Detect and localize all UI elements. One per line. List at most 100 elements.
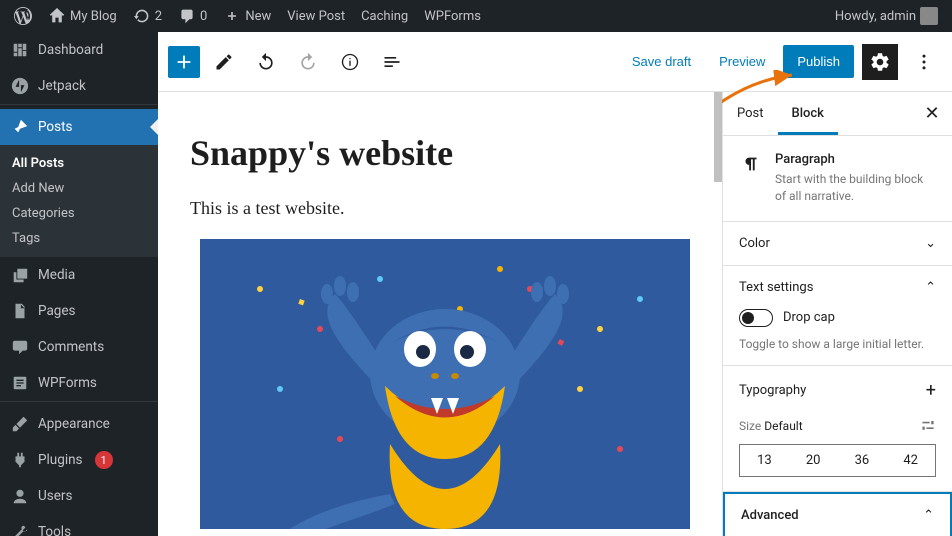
drop-cap-label: Drop cap bbox=[783, 310, 835, 325]
sidebar-item-label: Comments bbox=[38, 339, 104, 355]
more-button[interactable] bbox=[906, 44, 942, 80]
outline-button[interactable] bbox=[374, 44, 410, 80]
advanced-panel[interactable]: Advanced ⌃ bbox=[723, 492, 952, 536]
caching-link[interactable]: Caching bbox=[355, 9, 414, 24]
sidebar-item-label: Posts bbox=[38, 119, 72, 135]
new-link[interactable]: New bbox=[217, 7, 277, 25]
comment-icon bbox=[178, 7, 196, 25]
advanced-label: Advanced bbox=[741, 508, 799, 523]
submenu-categories[interactable]: Categories bbox=[0, 201, 158, 226]
sidebar-item-label: Pages bbox=[38, 303, 76, 319]
sidebar-item-pages[interactable]: Pages bbox=[0, 293, 158, 329]
preview-button[interactable]: Preview bbox=[709, 48, 775, 75]
sidebar-item-label: Appearance bbox=[38, 416, 110, 432]
chevron-down-icon: ⌄ bbox=[925, 236, 936, 251]
sidebar-item-label: Plugins bbox=[38, 452, 83, 468]
howdy-label: Howdy, admin bbox=[835, 9, 916, 24]
size-option[interactable]: 42 bbox=[886, 445, 935, 476]
publish-button[interactable]: Publish bbox=[783, 45, 854, 78]
close-inspector-button[interactable]: ✕ bbox=[912, 103, 952, 124]
undo-button[interactable] bbox=[248, 44, 284, 80]
sidebar-item-wpforms[interactable]: WPForms bbox=[0, 365, 158, 401]
drop-cap-hint: Toggle to show a large initial letter. bbox=[739, 337, 936, 351]
wpforms-link[interactable]: WPForms bbox=[418, 9, 487, 24]
editor-canvas[interactable]: Snappy's website This is a test website. bbox=[158, 92, 722, 536]
edit-mode-button[interactable] bbox=[206, 44, 242, 80]
wpforms-icon bbox=[10, 373, 30, 393]
size-option[interactable]: 20 bbox=[789, 445, 838, 476]
sidebar-item-label: Users bbox=[38, 488, 72, 504]
sidebar-item-label: WPForms bbox=[38, 375, 97, 391]
view-post-link[interactable]: View Post bbox=[281, 9, 351, 24]
updates-link[interactable]: 2 bbox=[127, 7, 168, 25]
typography-header[interactable]: Typography + bbox=[739, 380, 936, 401]
sliders-icon[interactable] bbox=[920, 417, 936, 436]
color-panel[interactable]: Color⌄ bbox=[723, 222, 952, 266]
plus-icon bbox=[223, 7, 241, 25]
caching-label: Caching bbox=[361, 9, 408, 24]
view-post-label: View Post bbox=[287, 9, 345, 24]
sidebar-item-tools[interactable]: Tools bbox=[0, 514, 158, 536]
text-settings-header[interactable]: Text settings⌃ bbox=[739, 280, 936, 295]
submenu-tags[interactable]: Tags bbox=[0, 226, 158, 251]
post-title[interactable]: Snappy's website bbox=[190, 132, 690, 174]
avatar bbox=[920, 7, 938, 25]
text-settings-panel: Text settings⌃ Drop cap Toggle to show a… bbox=[723, 266, 952, 366]
size-label: Size bbox=[739, 419, 761, 433]
comments-count-label: 0 bbox=[200, 9, 207, 24]
posts-submenu: All Posts Add New Categories Tags bbox=[0, 145, 158, 257]
howdy-link[interactable]: Howdy, admin bbox=[829, 7, 944, 25]
tab-block[interactable]: Block bbox=[778, 92, 838, 135]
sidebar-item-label: Dashboard bbox=[38, 42, 103, 58]
sidebar-item-users[interactable]: Users bbox=[0, 478, 158, 514]
submenu-add-new[interactable]: Add New bbox=[0, 176, 158, 201]
comments-icon bbox=[10, 337, 30, 357]
wp-logo[interactable] bbox=[8, 7, 38, 25]
block-desc-label: Start with the building block of all nar… bbox=[775, 171, 936, 205]
add-block-button[interactable] bbox=[168, 46, 200, 78]
canvas-scrollbar[interactable] bbox=[714, 92, 722, 536]
site-name-label: My Blog bbox=[70, 9, 117, 24]
size-option[interactable]: 36 bbox=[838, 445, 887, 476]
save-draft-button[interactable]: Save draft bbox=[622, 48, 701, 75]
paragraph-icon bbox=[739, 152, 763, 176]
post-paragraph[interactable]: This is a test website. bbox=[190, 198, 690, 219]
snappy-illustration bbox=[200, 239, 690, 529]
settings-button[interactable] bbox=[862, 44, 898, 80]
sidebar-item-comments[interactable]: Comments bbox=[0, 329, 158, 365]
size-option[interactable]: 13 bbox=[740, 445, 789, 476]
plugin-icon bbox=[10, 450, 30, 470]
admin-sidebar: Dashboard Jetpack Posts All Posts Add Ne… bbox=[0, 32, 158, 536]
sidebar-item-plugins[interactable]: Plugins 1 bbox=[0, 442, 158, 478]
sidebar-item-appearance[interactable]: Appearance bbox=[0, 406, 158, 442]
sidebar-item-jetpack[interactable]: Jetpack bbox=[0, 68, 158, 104]
redo-button[interactable] bbox=[290, 44, 326, 80]
typography-panel: Typography+ Size Default 13 20 36 42 bbox=[723, 366, 952, 492]
dashboard-icon bbox=[10, 40, 30, 60]
chevron-up-icon: ⌃ bbox=[923, 508, 934, 523]
sidebar-item-label: Media bbox=[38, 267, 75, 283]
typography-label: Typography bbox=[739, 383, 806, 398]
plus-icon[interactable]: + bbox=[926, 380, 936, 401]
sidebar-item-label: Tools bbox=[38, 524, 71, 536]
info-button[interactable] bbox=[332, 44, 368, 80]
user-icon bbox=[10, 486, 30, 506]
sidebar-item-media[interactable]: Media bbox=[0, 257, 158, 293]
wpforms-top-label: WPForms bbox=[424, 9, 481, 24]
admin-topbar: My Blog 2 0 New View Post Caching WPForm… bbox=[0, 0, 952, 32]
new-label: New bbox=[245, 9, 271, 24]
submenu-all-posts[interactable]: All Posts bbox=[0, 151, 158, 176]
block-name-label: Paragraph bbox=[775, 152, 936, 167]
editor-main: Save draft Preview Publish Snappy's webs… bbox=[158, 32, 952, 536]
sidebar-item-dashboard[interactable]: Dashboard bbox=[0, 32, 158, 68]
sidebar-item-posts[interactable]: Posts bbox=[0, 109, 158, 145]
inspector-panel: Post Block ✕ Paragraph Start with the bu… bbox=[722, 92, 952, 536]
plugins-badge: 1 bbox=[95, 451, 113, 469]
drop-cap-toggle[interactable] bbox=[739, 309, 773, 327]
chevron-up-icon: ⌃ bbox=[925, 280, 936, 295]
comments-link[interactable]: 0 bbox=[172, 7, 213, 25]
site-link[interactable]: My Blog bbox=[42, 7, 123, 25]
jetpack-icon bbox=[10, 76, 30, 96]
post-image-block[interactable] bbox=[200, 239, 690, 529]
tab-post[interactable]: Post bbox=[723, 92, 778, 135]
